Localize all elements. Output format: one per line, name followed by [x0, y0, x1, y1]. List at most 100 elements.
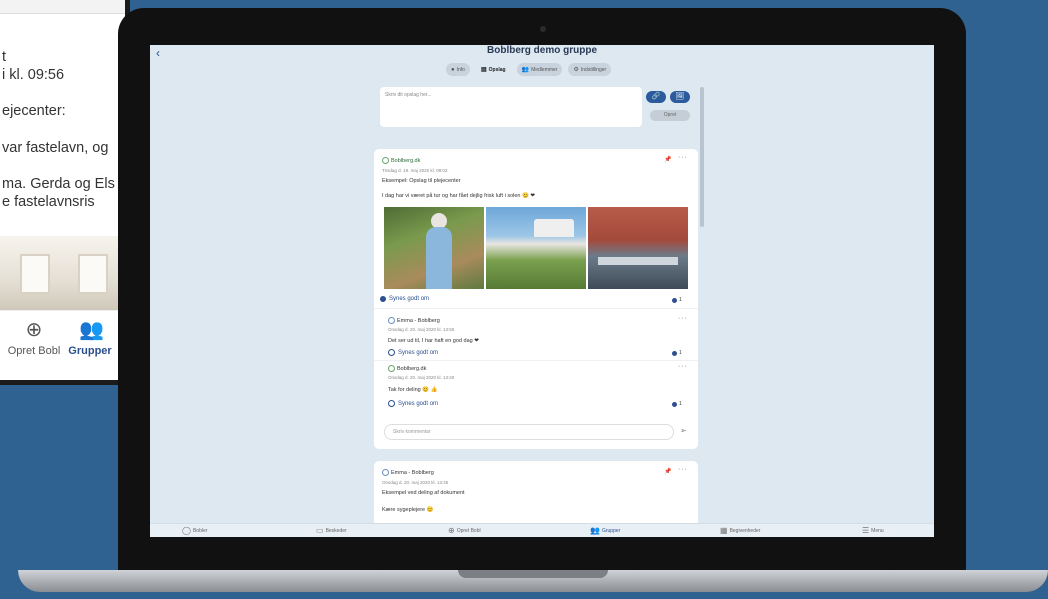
- group-tabs: ● Info ▤ Opslag 👥 Medlemmer ⚙ Indstillinger: [446, 63, 612, 76]
- post-date: Onsdag d. 20. maj 2020 kl. 13:45: [382, 480, 449, 485]
- more-options-icon[interactable]: ···: [678, 315, 688, 322]
- post-photo[interactable]: [486, 207, 586, 289]
- attach-image-button[interactable]: 🖼: [670, 91, 690, 103]
- like-label: Synes godt om: [389, 296, 430, 302]
- post-intro: Eksempel: Opslag til plejecenter: [382, 178, 461, 184]
- compose-actions: 🔗 🖼: [646, 91, 690, 103]
- photo-tent: [534, 219, 574, 237]
- phone-screen: t i kl. 09:56 ejecenter: var fastelavn, …: [0, 0, 130, 385]
- phone-post-text: t i kl. 09:56 ejecenter: var fastelavn, …: [2, 48, 115, 211]
- laptop-screen: ‹ Boblberg demo gruppe ● Info ▤ Opslag 👥 Me…: [150, 45, 934, 537]
- like-count-value: 1: [679, 350, 682, 356]
- post-photo[interactable]: [384, 207, 484, 289]
- post-text: Kære sygeplejere 😊: [382, 507, 434, 513]
- tab-label: Info: [456, 66, 465, 73]
- people-icon: 👥: [590, 526, 600, 535]
- phone-text-line: ma. Gerda og Els: [2, 175, 115, 192]
- nav-label: Menu: [871, 527, 884, 534]
- comment-author[interactable]: Boblberg.dk: [388, 365, 426, 372]
- like-icon: [672, 350, 677, 356]
- like-icon: [388, 349, 395, 356]
- like-label: Synes godt om: [398, 349, 439, 356]
- post-intro: Eksempel ved deling af dokument: [382, 490, 465, 496]
- gear-icon: ⚙: [573, 67, 579, 73]
- nav-label: Beskeder: [325, 527, 347, 534]
- compose-placeholder: Skriv dit opslag her...: [385, 92, 432, 98]
- avatar: [388, 365, 395, 372]
- phone-nav-label: Grupper: [68, 345, 112, 357]
- like-icon: [672, 297, 677, 303]
- comment-author[interactable]: Emma - Boblberg: [388, 317, 440, 324]
- nav-begivenheder[interactable]: ▦ Begivenheder: [720, 526, 760, 535]
- members-icon: 👥: [521, 67, 530, 73]
- nav-opret-bobl[interactable]: ⊕ Opret Bobl: [448, 526, 481, 535]
- phone-text-line: ejecenter:: [2, 103, 66, 120]
- post-photo[interactable]: [588, 207, 688, 289]
- tab-info[interactable]: ● Info: [446, 63, 470, 76]
- tab-label: Opslag: [488, 66, 506, 73]
- tab-medlemmer[interactable]: 👥 Medlemmer: [516, 63, 563, 76]
- people-icon: 👥: [79, 319, 104, 341]
- phone-photo: [0, 236, 125, 310]
- tab-opslag[interactable]: ▤ Opslag: [476, 63, 511, 76]
- tab-label: Indstillinger: [580, 66, 607, 73]
- more-options-icon[interactable]: ···: [678, 154, 688, 161]
- avatar: [382, 469, 389, 476]
- comment-input[interactable]: Skriv kommentar: [384, 424, 674, 440]
- comment-date: Onsdag d. 20. maj 2020 kl. 13:55: [388, 327, 455, 332]
- tab-indstillinger[interactable]: ⚙ Indstillinger: [568, 63, 612, 76]
- phone-text-line: var fastelavn, og: [2, 139, 109, 156]
- phone-text-line: i kl. 09:56: [2, 67, 65, 84]
- comment-like-count: 1: [672, 350, 682, 356]
- create-post-button[interactable]: Opret: [650, 110, 690, 121]
- post-author[interactable]: Emma - Boblberg: [382, 469, 434, 476]
- phone-text-line: t: [2, 49, 7, 65]
- comment-like-button[interactable]: Synes godt om: [388, 400, 438, 407]
- post-photo-gallery: [384, 207, 688, 289]
- link-icon: 🔗: [651, 93, 661, 100]
- nav-bobler[interactable]: ◯ Bobler: [182, 526, 207, 535]
- author-name: Emma - Boblberg: [391, 469, 434, 476]
- comment-author-name: Emma - Boblberg: [397, 317, 440, 324]
- pin-icon[interactable]: 📌: [664, 468, 671, 475]
- info-icon: ●: [451, 66, 455, 73]
- plus-circle-icon: ⊕: [25, 319, 43, 341]
- post-icon: ▤: [480, 67, 487, 73]
- plus-circle-icon: ⊕: [448, 526, 455, 535]
- image-icon: 🖼: [675, 93, 685, 100]
- pin-icon[interactable]: 📌: [664, 156, 671, 163]
- comment-text: Det ser ud til, I har haft en god dag ❤: [388, 338, 479, 344]
- avatar: [388, 317, 395, 324]
- photo-person: [426, 227, 452, 289]
- phone-top-bar: [0, 0, 125, 14]
- nav-label: Opret Bobl: [456, 527, 481, 534]
- more-options-icon[interactable]: ···: [678, 466, 688, 473]
- attach-link-button[interactable]: 🔗: [646, 91, 666, 103]
- phone-text-line: [2, 121, 115, 139]
- phone-nav-grupper[interactable]: 👥 Grupper: [64, 319, 116, 357]
- like-count: 1: [672, 297, 682, 303]
- divider: [374, 360, 698, 361]
- compose-post-field[interactable]: Skriv dit opslag her...: [380, 87, 642, 127]
- post-author[interactable]: Boblberg.dk: [382, 157, 420, 164]
- tab-label: Medlemmer: [531, 66, 558, 73]
- webcam: [540, 26, 546, 32]
- send-icon[interactable]: ➢: [680, 426, 687, 435]
- app-header: ‹ Boblberg demo gruppe ● Info ▤ Opslag 👥 Me…: [150, 45, 934, 87]
- post-text: I dag har vi været på tur og har fået de…: [382, 193, 535, 199]
- menu-icon: ☰: [862, 526, 870, 535]
- message-icon: ▭: [316, 526, 324, 535]
- divider: [374, 308, 698, 309]
- comment-like-button[interactable]: Synes godt om: [388, 349, 438, 356]
- nav-grupper[interactable]: 👥 Grupper: [590, 526, 620, 535]
- more-options-icon[interactable]: ···: [678, 363, 688, 370]
- phone-text-line: [2, 157, 115, 175]
- nav-menu[interactable]: ☰ Menu: [862, 526, 884, 535]
- nav-beskeder[interactable]: ▭ Beskeder: [316, 526, 347, 535]
- photo-window: [20, 254, 50, 294]
- phone-nav-opret-bobl[interactable]: ⊕ Opret Bobl: [4, 319, 64, 357]
- like-button[interactable]: Synes godt om: [380, 296, 429, 302]
- phone-bottom-nav: ⊕ Opret Bobl 👥 Grupper: [0, 310, 125, 380]
- laptop-base: [18, 570, 1048, 592]
- like-count-value: 1: [679, 401, 682, 407]
